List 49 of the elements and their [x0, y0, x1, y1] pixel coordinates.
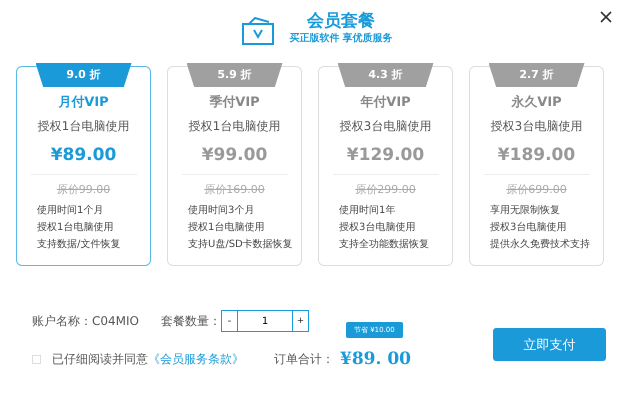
plan-feature: 支持全功能数据恢复	[339, 238, 429, 252]
plan-feature: 享用无限制恢复	[490, 204, 560, 218]
quantity-label: 套餐数量：	[161, 312, 221, 330]
discount-tab: 9.0 折	[36, 63, 132, 87]
plan-price: ¥99.00	[202, 145, 268, 165]
quantity-field[interactable]: 1	[238, 310, 292, 332]
plan-feature: 支持数据/文件恢复	[37, 238, 120, 252]
close-icon[interactable]	[600, 11, 612, 23]
plan-feature: 授权3台电脑使用	[490, 220, 566, 235]
discount-tab: 4.3 折	[338, 63, 434, 87]
plan-feature: 使用时间1年	[339, 204, 396, 218]
increment-button[interactable]: +	[292, 310, 309, 332]
original-price: 原价699.00	[506, 182, 567, 197]
plan-price: ¥129.00	[346, 145, 424, 165]
agreement-text: 已仔细阅读并同意	[52, 350, 148, 368]
decrement-button[interactable]: -	[221, 310, 238, 332]
plan-feature: 支持U盘/SD卡数据恢复	[188, 238, 293, 252]
plan-devices: 授权1台电脑使用	[38, 118, 130, 135]
plan-name: 永久VIP	[511, 94, 562, 111]
plan-price: ¥89.00	[50, 145, 116, 165]
original-price: 原价169.00	[204, 182, 265, 197]
plan-feature: 授权3台电脑使用	[339, 220, 416, 235]
agreement-checkbox[interactable]	[32, 354, 41, 364]
plan-name: 季付VIP	[209, 94, 260, 111]
original-price: 原价99.00	[56, 182, 110, 197]
plan-card[interactable]: 2.7 折 永久VIP 授权3台电脑使用 ¥189.00 原价699.00 享用无限制恢复 授权3台电脑使用 提供永久免费技术支持	[469, 66, 604, 266]
discount-tab: 2.7 折	[488, 63, 584, 87]
plan-feature: 授权1台电脑使用	[37, 220, 114, 235]
plan-card[interactable]: 9.0 折 月付VIP 授权1台电脑使用 ¥89.00 原价99.00 使用时间1个月 授权1台电脑使用 支持数据/文件恢复	[16, 66, 151, 266]
total-label: 订单合计：	[274, 350, 334, 368]
plan-feature: 提供永久免费技术支持	[490, 238, 590, 252]
plan-feature: 使用时间3个月	[188, 204, 254, 218]
original-price: 原价299.00	[355, 182, 416, 197]
account-name: C04MIO	[92, 314, 139, 328]
dialog-title: 会员套餐	[306, 10, 376, 32]
plan-name: 月付VIP	[58, 94, 109, 111]
tv-logo-icon	[241, 16, 276, 46]
plan-name: 年付VIP	[360, 94, 411, 111]
plan-devices: 授权3台电脑使用	[490, 118, 582, 135]
plan-card[interactable]: 4.3 折 年付VIP 授权3台电脑使用 ¥129.00 原价299.00 使用时间1年 授权3台电脑使用 支持全功能数据恢复	[318, 66, 453, 266]
plan-devices: 授权1台电脑使用	[188, 118, 280, 135]
plan-feature: 授权1台电脑使用	[188, 220, 264, 235]
dialog-subtitle: 买正版软件 享优质服务	[289, 32, 393, 46]
discount-tab: 5.9 折	[186, 63, 282, 87]
plan-card[interactable]: 5.9 折 季付VIP 授权1台电脑使用 ¥99.00 原价169.00 使用时间3个月 授权1台电脑使用 支持U盘/SD卡数据恢复	[167, 66, 302, 266]
account-label: 账户名称：	[32, 312, 92, 330]
plan-feature: 使用时间1个月	[37, 204, 104, 218]
plan-price: ¥189.00	[498, 145, 576, 165]
plan-devices: 授权3台电脑使用	[340, 118, 432, 135]
